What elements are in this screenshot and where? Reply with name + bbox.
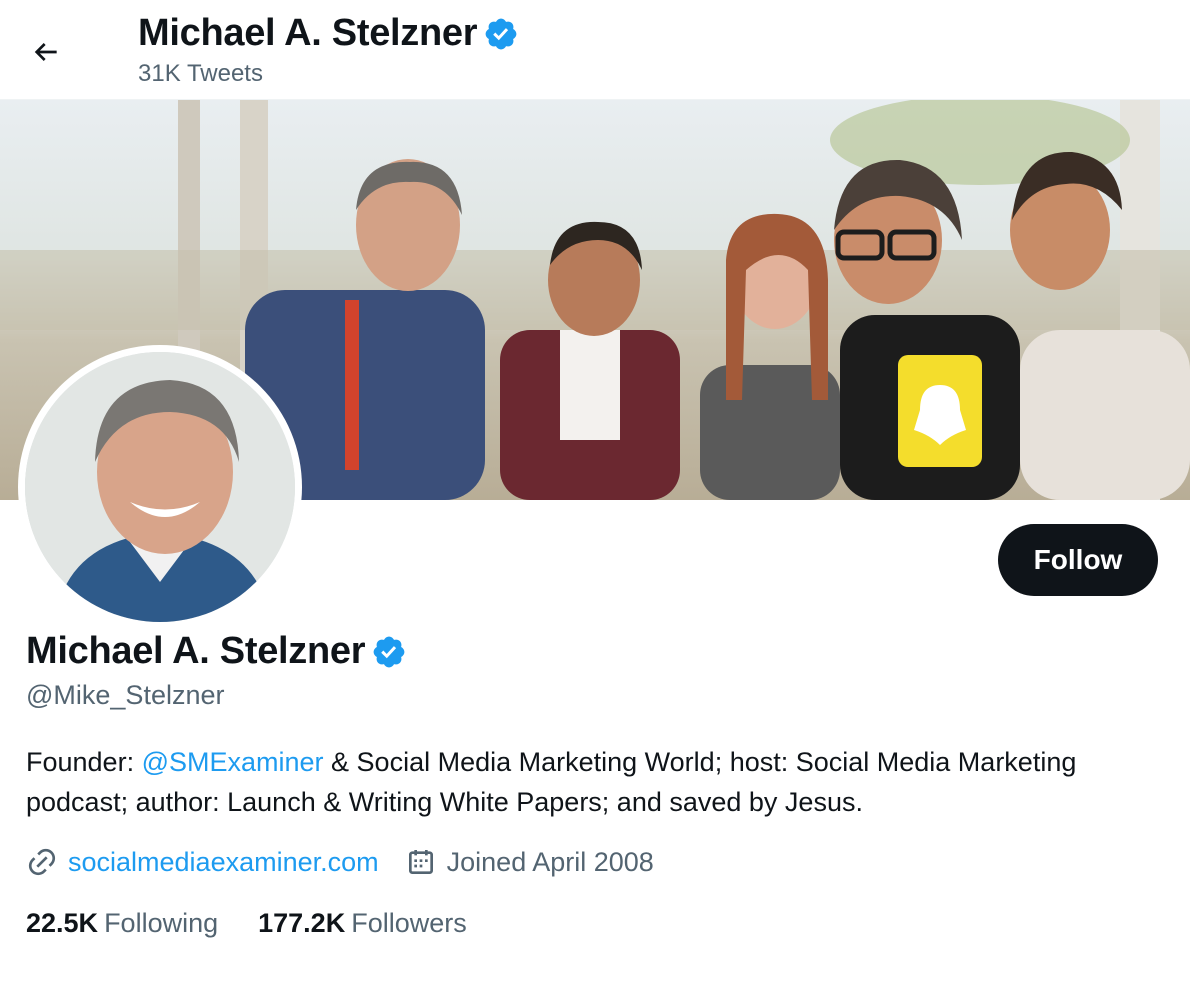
calendar-icon <box>405 846 437 878</box>
header-name-text: Michael A. Stelzner <box>138 12 478 54</box>
bio-mention-link[interactable]: @SMExaminer <box>142 747 324 777</box>
website-item: socialmediaexaminer.com <box>26 846 379 878</box>
link-icon <box>26 846 58 878</box>
follow-button[interactable]: Follow <box>998 524 1158 596</box>
tweet-count: 31K Tweets <box>138 60 263 87</box>
verified-badge-icon <box>485 18 517 49</box>
profile-name-text: Michael A. Stelzner <box>26 630 366 672</box>
followers-label: Followers <box>351 908 467 938</box>
header-title: Michael A. Stelzner <box>138 12 519 55</box>
verified-badge-icon <box>373 636 405 667</box>
website-link[interactable]: socialmediaexaminer.com <box>68 847 379 878</box>
avatar-photo <box>25 352 295 622</box>
joined-item: Joined April 2008 <box>405 846 654 878</box>
profile-avatar[interactable] <box>18 345 302 629</box>
back-button[interactable] <box>22 28 70 76</box>
profile-stats: 22.5K Following 177.2K Followers <box>26 908 507 939</box>
profile-meta: socialmediaexaminer.com Joined April 200… <box>26 846 680 878</box>
bio-prefix: Founder: <box>26 747 142 777</box>
following-label: Following <box>104 908 219 938</box>
following-stat[interactable]: 22.5K Following <box>26 908 218 939</box>
followers-count: 177.2K <box>258 908 346 938</box>
joined-date: Joined April 2008 <box>446 846 654 877</box>
profile-bio: Founder: @SMExaminer & Social Media Mark… <box>26 742 1146 822</box>
profile-name: Michael A. Stelzner <box>26 630 407 673</box>
avatar <box>25 352 295 622</box>
arrow-left-icon <box>34 43 57 61</box>
profile-header: Michael A. Stelzner 31K Tweets <box>0 0 1190 100</box>
following-count: 22.5K <box>26 908 99 938</box>
followers-stat[interactable]: 177.2K Followers <box>258 908 467 939</box>
profile-handle: @Mike_Stelzner <box>26 680 225 710</box>
